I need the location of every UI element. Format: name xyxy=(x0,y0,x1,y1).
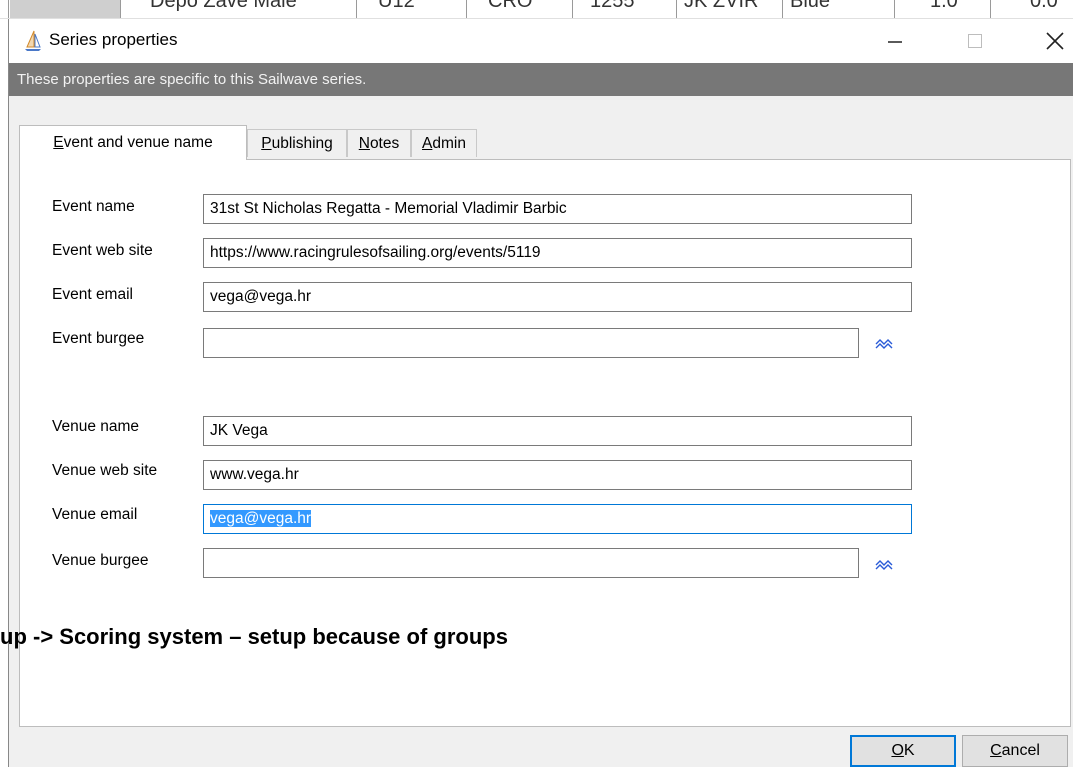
ok-label: K xyxy=(903,742,915,759)
background-cell: U12 xyxy=(378,0,415,12)
wave-chevrons-icon[interactable] xyxy=(875,338,893,350)
venue-burgee-input[interactable] xyxy=(203,548,859,578)
venue-burgee-label: Venue burgee xyxy=(52,552,149,569)
ok-mnemonic: O xyxy=(891,742,904,759)
tab-event-and-venue-name[interactable]: Event and venue name xyxy=(19,125,247,160)
background-cell: 0.0 xyxy=(1030,0,1058,12)
tab-label-mnemonic: N xyxy=(358,134,370,152)
event-email-input[interactable]: vega@vega.hr xyxy=(203,282,912,312)
minimize-button[interactable] xyxy=(866,19,924,63)
background-cell: Blue xyxy=(790,0,831,12)
venue-email-label: Venue email xyxy=(52,506,138,523)
venue-name-label: Venue name xyxy=(52,418,140,435)
tab-label: ublishing xyxy=(271,134,333,152)
wave-chevrons-icon[interactable] xyxy=(875,559,893,571)
tab-label-mnemonic: A xyxy=(422,134,433,152)
background-cell: 1.0 xyxy=(930,0,958,12)
maximize-button[interactable] xyxy=(946,19,1004,63)
cancel-mnemonic: C xyxy=(990,742,1002,759)
background-cell: JK ZVIR xyxy=(684,0,759,12)
tab-label: otes xyxy=(369,134,400,152)
tab-notes[interactable]: Notes xyxy=(347,129,411,157)
venue-web-site-input[interactable]: www.vega.hr xyxy=(203,460,912,490)
event-name-input[interactable]: 31st St Nicholas Regatta - Memorial Vlad… xyxy=(203,194,912,224)
close-icon xyxy=(1046,32,1064,50)
venue-email-input[interactable]: vega@vega.hr xyxy=(203,504,912,534)
event-name-label: Event name xyxy=(52,198,135,215)
selected-text: vega@vega.hr xyxy=(210,510,312,527)
info-banner: These properties are specific to this Sa… xyxy=(9,63,1073,96)
background-cell: 1255 xyxy=(590,0,635,12)
background-cell-shade xyxy=(10,0,120,18)
background-cell: CRO xyxy=(488,0,533,12)
tab-publishing[interactable]: Publishing xyxy=(247,129,347,157)
window-title: Series properties xyxy=(49,30,178,49)
venue-name-input[interactable]: JK Vega xyxy=(203,416,912,446)
sailboat-icon xyxy=(25,30,41,51)
event-web-site-input[interactable]: https://www.racingrulesofsailing.org/eve… xyxy=(203,238,912,268)
close-button[interactable] xyxy=(1026,19,1073,63)
tab-label: vent and venue name xyxy=(63,134,213,151)
event-burgee-input[interactable] xyxy=(203,328,859,358)
screenshot: Depo Zave Male U12 CRO 1255 JK ZVIR Blue… xyxy=(0,0,1073,767)
ok-button[interactable]: OK xyxy=(850,735,956,767)
background-table-row: Depo Zave Male U12 CRO 1255 JK ZVIR Blue… xyxy=(0,0,1073,19)
minimize-icon xyxy=(888,41,902,43)
tab-admin[interactable]: Admin xyxy=(411,129,477,157)
info-banner-text: These properties are specific to this Sa… xyxy=(17,71,367,88)
cancel-button[interactable]: Cancel xyxy=(962,735,1068,767)
tab-label-mnemonic: P xyxy=(261,134,272,152)
cancel-label: ancel xyxy=(1001,742,1040,759)
event-web-site-label: Event web site xyxy=(52,242,153,259)
venue-web-site-label: Venue web site xyxy=(52,462,158,479)
tab-label-mnemonic: E xyxy=(53,134,64,151)
event-email-label: Event email xyxy=(52,286,133,303)
background-cell: Depo Zave Male xyxy=(150,0,297,12)
maximize-icon xyxy=(968,34,982,48)
title-bar[interactable]: Series properties xyxy=(9,19,1073,63)
series-properties-dialog: Series properties These properties are s… xyxy=(8,19,1073,767)
event-burgee-label: Event burgee xyxy=(52,330,145,347)
tab-label: dmin xyxy=(432,134,466,152)
overlay-caption: up -> Scoring system – setup because of … xyxy=(0,624,508,649)
